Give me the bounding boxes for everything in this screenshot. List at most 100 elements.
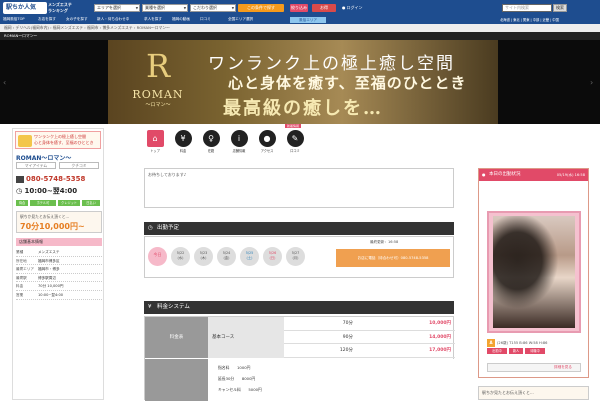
date-item[interactable]: 5/24 (金) bbox=[217, 247, 236, 266]
info-row: 最寄駅 博多駅周辺 bbox=[16, 274, 102, 283]
nav-item[interactable]: 全国エリア選択 bbox=[228, 17, 253, 22]
logo-name: ROMAN bbox=[132, 88, 184, 101]
area-button[interactable]: 風俗エリア bbox=[290, 17, 326, 23]
price-row: 70分 10,000円 bbox=[284, 317, 455, 331]
attendance-title: 本日の出勤状況 bbox=[489, 172, 521, 177]
deal-button[interactable]: お得 bbox=[312, 4, 336, 12]
date-today[interactable]: 今日 bbox=[148, 247, 167, 266]
shop-info-list: 業種 メンズエステ 所在地 福岡市博多区 最寄エリア 福岡市・博多 最寄駅 博多駅周辺 … bbox=[16, 248, 102, 300]
option-item: キャンセル料 5000円 bbox=[218, 387, 262, 392]
tab-top[interactable]: ⌂ トップ bbox=[146, 130, 164, 153]
site-search-button[interactable]: 検索 bbox=[553, 4, 567, 12]
region-links[interactable]: 北海道 | 東北 | 関東 | 中部 | 近畿 | 中国 bbox=[500, 16, 600, 24]
girl-photo[interactable] bbox=[487, 211, 581, 333]
clock-icon: ◷ bbox=[148, 225, 153, 231]
duration: 70分 bbox=[342, 321, 353, 326]
status-badge: 出勤中 bbox=[487, 348, 507, 354]
tab-girls[interactable]: ♀ 在籍 bbox=[202, 130, 220, 153]
discount-box-right[interactable]: 駅ちか見たとお伝え頂くと... bbox=[478, 386, 589, 400]
tab-access[interactable]: ● アクセス bbox=[258, 130, 276, 153]
banner-headline-1: ワンランク上の極上癒し空間 bbox=[208, 54, 455, 74]
nav-item[interactable]: 求人を探す bbox=[144, 17, 162, 22]
person-icon: ♀ bbox=[202, 130, 220, 147]
login-link[interactable]: ログイン bbox=[342, 5, 363, 11]
info-row: 料金 70分 10,000円 bbox=[16, 282, 102, 291]
price-value: 14,000円 bbox=[429, 334, 451, 340]
shop-info-heading: 店舗基本情報 bbox=[16, 238, 102, 246]
date-item[interactable]: 5/23 (木) bbox=[194, 247, 213, 266]
option-list: 指名料 1000円 延長30分 8000円 キャンセル料 5000円 bbox=[208, 359, 455, 401]
info-key: 最寄エリア bbox=[16, 267, 34, 272]
nav-item[interactable]: お店を探す bbox=[38, 17, 56, 22]
filter-button[interactable]: 絞り込み bbox=[290, 4, 308, 12]
nav-item[interactable]: 福岡風俗TOP bbox=[3, 17, 25, 22]
date-item[interactable]: 5/26 (日) bbox=[263, 247, 282, 266]
date-label: 5/27 bbox=[291, 251, 300, 255]
info-value: 70分 10,000円 bbox=[38, 284, 64, 289]
option-item: 指名料 1000円 bbox=[218, 365, 251, 370]
breadcrumb[interactable]: 福岡 › デリヘル(福岡市内) › 福岡メンズエステ › 福岡市 › 博多メンズ… bbox=[0, 24, 600, 32]
tab-price[interactable]: ¥ 料金 bbox=[174, 130, 192, 153]
chevron-left-icon[interactable]: ‹ bbox=[3, 78, 6, 87]
more-link[interactable]: 詳細を見る bbox=[487, 363, 581, 372]
new-badge: 新着情報 bbox=[285, 124, 302, 128]
date-item[interactable]: 5/22 (水) bbox=[171, 247, 190, 266]
tag: 日払い bbox=[82, 200, 100, 206]
nav-item[interactable]: 口コミ bbox=[200, 17, 211, 22]
condition-select[interactable]: こだわり選択 bbox=[190, 4, 236, 12]
my-item-button[interactable]: マイアイテム bbox=[16, 162, 56, 169]
info-value: メンズエステ bbox=[38, 250, 60, 254]
price-heading: ¥ 料金システム bbox=[144, 301, 454, 314]
schedule-updated: 最終更新：16:58 bbox=[370, 240, 399, 244]
shop-name[interactable]: ROMAN～ロマン～ bbox=[16, 153, 71, 162]
date-item[interactable]: 5/27 (月) bbox=[286, 247, 305, 266]
tab-info[interactable]: i 店舗情報 bbox=[230, 130, 248, 153]
info-key: 業種 bbox=[16, 250, 24, 254]
duration: 90分 bbox=[342, 334, 353, 340]
banner-headline-3: 最高級の癒しを… bbox=[223, 98, 383, 119]
date-label: 5/26 bbox=[268, 251, 277, 255]
info-value: 博多駅周辺 bbox=[38, 275, 56, 280]
price-value: 10,000円 bbox=[429, 321, 451, 326]
site-search-input[interactable]: サイト内検索 bbox=[502, 4, 552, 12]
discount-box[interactable]: 駅ちか見たとお伝え頂くと... 70分10,000円~ bbox=[16, 211, 102, 233]
attendance-date: 05/19(水) 16:58 bbox=[556, 173, 585, 177]
hours-text: 10:00~翌4:00 bbox=[24, 187, 78, 195]
info-row: 所在地 福岡市博多区 bbox=[16, 257, 102, 266]
review-button[interactable]: クチコミ bbox=[59, 162, 99, 169]
tab-label: 料金 bbox=[179, 149, 187, 153]
tab-label: トップ bbox=[150, 149, 160, 153]
date-label: 5/22 bbox=[176, 251, 185, 255]
shop-mini-banner[interactable]: ワンランク上の極上癒し空間 心と身体を癒す、至福のひととき bbox=[15, 131, 101, 149]
info-value: 福岡市博多区 bbox=[38, 258, 60, 263]
girl-stats: (26歳) T155 B:86 W:58 H:86 bbox=[497, 341, 548, 345]
clock-icon: ◷ bbox=[16, 187, 23, 195]
nav-item[interactable]: 福岡の動画 bbox=[172, 17, 190, 22]
shop-title-bar: ROMAN～ロマン～ bbox=[0, 32, 600, 40]
shop-sidebar: ワンランク上の極上癒し空間 心と身体を癒す、至福のひととき ROMAN～ロマン～… bbox=[12, 128, 104, 400]
price-row: 90分 14,000円 bbox=[284, 331, 455, 345]
tab-review[interactable]: 新着情報 ✎ 口コミ bbox=[285, 124, 304, 153]
roman-logo: R ROMAN ～ロマン～ bbox=[118, 44, 198, 120]
chevron-right-icon[interactable]: › bbox=[590, 78, 593, 87]
today-attendance: 本日の出勤状況 05/19(水) 16:58 A(26歳) T155 B:86 W… bbox=[478, 168, 589, 378]
phone-text: 080-5748-5358 bbox=[26, 175, 86, 183]
girl-info[interactable]: A (26歳) T155 B:86 W:58 H:86 bbox=[487, 339, 547, 347]
search-button[interactable]: この条件で探す bbox=[238, 4, 284, 12]
edit-icon: ✎ bbox=[286, 130, 304, 147]
call-shop-button[interactable]: お店に電話（待合わせ可）080-5748-5358 bbox=[336, 249, 450, 267]
genre-select[interactable]: 業種を選択 bbox=[142, 4, 188, 12]
phone-number[interactable]: 080-5748-5358 bbox=[16, 175, 85, 183]
site-logo[interactable]: 駅ちか人気 bbox=[3, 2, 47, 14]
date-item[interactable]: 5/25 (土) bbox=[240, 247, 259, 266]
discount-price: 70分10,000円~ bbox=[20, 222, 85, 231]
nav-item[interactable]: 女の子を探す bbox=[66, 17, 88, 22]
info-row: 業種 メンズエステ bbox=[16, 248, 102, 257]
logo-sub: ～ロマン～ bbox=[145, 102, 171, 108]
nav-item[interactable]: 新人・待ち合わせ中 bbox=[97, 17, 129, 22]
date-label: 5/23 bbox=[199, 251, 208, 255]
price-label-cell: 料金表 bbox=[145, 317, 208, 358]
status-badge: 待機中 bbox=[525, 348, 545, 354]
tab-label: 口コミ bbox=[290, 149, 300, 153]
area-select[interactable]: エリアを選択 bbox=[94, 4, 140, 12]
